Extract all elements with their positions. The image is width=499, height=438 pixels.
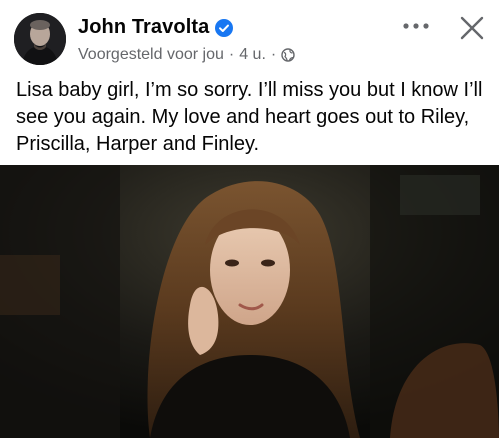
avatar-image xyxy=(14,13,66,65)
author-name[interactable]: John Travolta xyxy=(78,16,234,39)
post-timestamp[interactable]: 4 u. xyxy=(239,46,266,64)
author-name-text[interactable]: John Travolta xyxy=(78,16,209,39)
feed-post: John Travolta Voorgesteld voor jou · 4 u… xyxy=(0,0,499,438)
avatar[interactable] xyxy=(14,13,66,65)
post-header: John Travolta Voorgesteld voor jou · 4 u… xyxy=(0,0,499,70)
meta-separator-2: · xyxy=(270,46,277,63)
post-meta: Voorgesteld voor jou · 4 u. · xyxy=(78,46,295,64)
suggested-label: Voorgesteld voor jou xyxy=(78,46,224,63)
meta-separator: · xyxy=(228,46,235,63)
more-options-button[interactable] xyxy=(398,14,434,38)
verified-badge-icon xyxy=(215,18,234,37)
post-photo-image xyxy=(0,165,499,438)
more-options-icon xyxy=(403,23,429,29)
close-icon xyxy=(460,16,484,40)
close-button[interactable] xyxy=(458,14,486,42)
globe-icon xyxy=(281,48,295,62)
post-photo[interactable] xyxy=(0,165,499,438)
post-text: Lisa baby girl, I’m so sorry. I’ll miss … xyxy=(16,79,483,155)
